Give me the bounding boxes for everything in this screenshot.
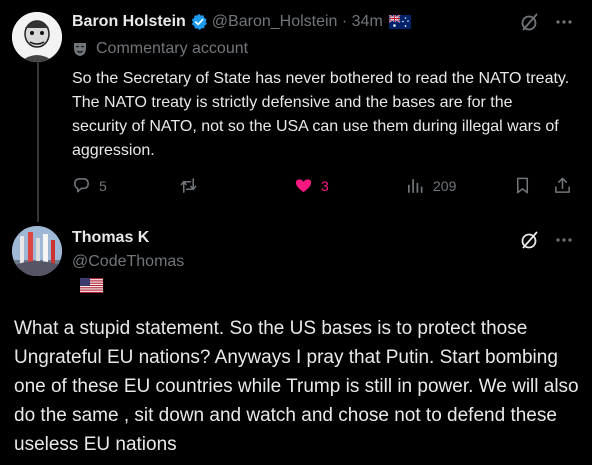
more-dots-icon[interactable] xyxy=(554,230,574,250)
like-button[interactable]: 3 xyxy=(294,176,329,195)
author-handle[interactable]: @CodeThomas xyxy=(72,253,184,271)
grok-icon[interactable] xyxy=(520,12,540,32)
share-button[interactable] xyxy=(553,176,572,195)
australia-flag-icon xyxy=(388,15,411,29)
author-handle-time[interactable]: @Baron_Holstein · 34m xyxy=(212,13,383,31)
like-count: 3 xyxy=(321,177,329,194)
grok-icon[interactable] xyxy=(520,230,540,250)
avatar-thomas-k[interactable] xyxy=(12,226,62,276)
verified-badge-icon[interactable] xyxy=(190,13,208,31)
mask-icon xyxy=(74,43,86,56)
tweet2-text: What a stupid statement. So the US bases… xyxy=(14,318,579,455)
heart-icon xyxy=(295,179,312,193)
views-icon xyxy=(407,178,423,194)
tweet1-action-bar: 5 3 209 xyxy=(72,176,577,200)
reply-button[interactable]: 5 xyxy=(72,176,107,195)
commentary-text: Commentary account xyxy=(96,40,249,57)
views-button[interactable]: 209 xyxy=(406,176,456,195)
views-count: 209 xyxy=(433,177,457,194)
retweet-button[interactable] xyxy=(179,176,198,195)
bookmark-button[interactable] xyxy=(513,176,532,195)
tweet1-top-actions xyxy=(520,12,574,32)
tweet1-text: So the Secretary of State has never both… xyxy=(72,70,570,159)
tweet1-header: Baron Holstein @Baron_Holstein · 34m xyxy=(72,11,411,33)
reply-count: 5 xyxy=(99,177,107,194)
thread-connector-line xyxy=(37,62,39,222)
author-name[interactable]: Baron Holstein xyxy=(72,13,186,31)
bookmark-icon xyxy=(516,177,529,194)
commentary-account-label: Commentary account xyxy=(72,39,248,59)
avatar-baron-holstein[interactable] xyxy=(12,12,62,62)
author-name[interactable]: Thomas K xyxy=(72,229,149,247)
tweet2-top-actions xyxy=(520,230,574,250)
reply-icon xyxy=(74,178,89,193)
share-icon xyxy=(555,177,570,193)
more-dots-icon[interactable] xyxy=(554,12,574,32)
retweet-icon xyxy=(180,178,197,193)
usa-flag-icon xyxy=(80,278,103,293)
